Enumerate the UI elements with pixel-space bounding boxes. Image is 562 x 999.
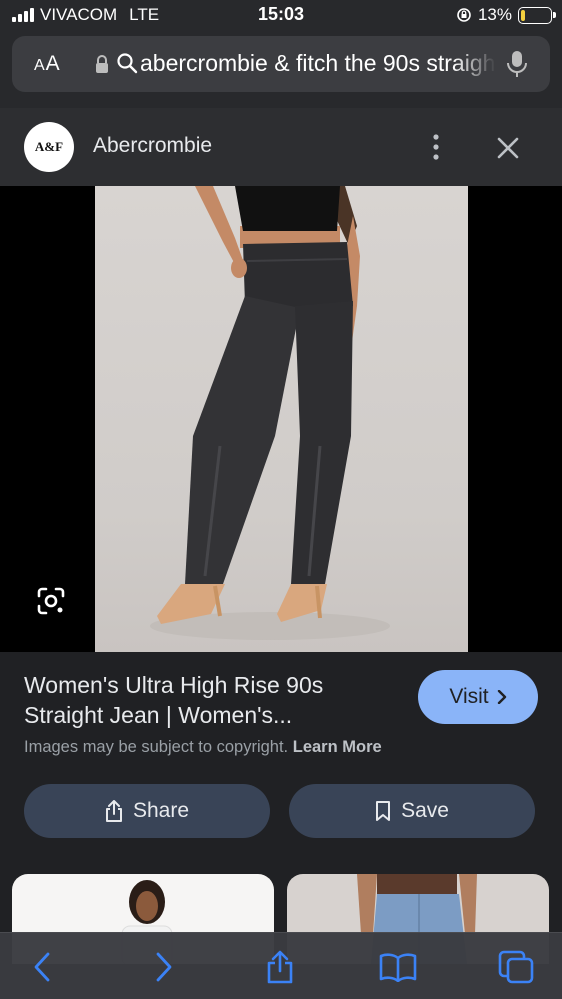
lens-icon[interactable] [36,586,66,616]
bottom-toolbar [0,932,562,999]
close-icon[interactable] [494,134,522,162]
learn-more-link[interactable]: Learn More [293,738,382,756]
result-title-line1: Women's Ultra High Rise 90s [24,672,324,698]
share-label: Share [132,799,190,822]
tabs-icon [498,950,534,984]
back-icon [34,952,50,982]
result-title-line2: Straight Jean | Women's... [24,702,293,728]
forward-button[interactable] [144,947,184,987]
share-button[interactable]: Share [24,784,270,838]
jeans-model-illustration [150,186,390,640]
forward-icon [156,952,172,982]
visit-button[interactable]: Visit [418,670,538,724]
result-title[interactable]: Women's Ultra High Rise 90s Straight Jea… [24,670,394,730]
text-size-button[interactable]: AA [34,52,61,76]
book-icon [379,953,417,982]
image-viewer[interactable] [0,186,562,652]
result-info: Women's Ultra High Rise 90s Straight Jea… [0,652,562,964]
status-right: 13% [456,5,556,25]
mic-icon[interactable] [506,50,528,78]
back-button[interactable] [22,947,62,987]
lock-icon [96,55,108,73]
brand-logo[interactable]: A&F [24,122,74,172]
share-page-button[interactable] [260,947,300,987]
more-vert-icon[interactable] [424,132,448,162]
source-name[interactable]: Abercrombie [93,134,212,158]
search-icon [117,53,138,74]
battery-fill [521,9,525,21]
bookmark-icon [376,801,391,821]
address-bar[interactable]: AA abercrombie & fitch the 90s straight … [12,36,550,92]
orientation-lock-icon [457,8,471,22]
chevron-right-icon [497,690,506,704]
share-icon [105,800,122,822]
copyright-text: Images may be subject to copyright. [24,738,289,756]
visit-label: Visit [449,685,489,708]
save-button[interactable]: Save [289,784,535,838]
product-image[interactable] [95,186,468,652]
battery-percent: 13% [477,5,512,24]
save-label: Save [401,799,449,822]
source-header: A&F Abercrombie [0,108,562,186]
battery-icon [518,6,556,24]
bookmarks-button[interactable] [378,947,418,987]
tabs-button[interactable] [496,947,536,987]
status-bar: VIVACOM LTE 15:03 13% [0,0,562,30]
search-query[interactable]: abercrombie & fitch the 90s straight jea… [140,50,496,77]
copyright-notice: Images may be subject to copyright. Lear… [24,738,382,757]
share-icon [267,950,293,984]
browser-toolbar: AA abercrombie & fitch the 90s straight … [0,30,562,108]
